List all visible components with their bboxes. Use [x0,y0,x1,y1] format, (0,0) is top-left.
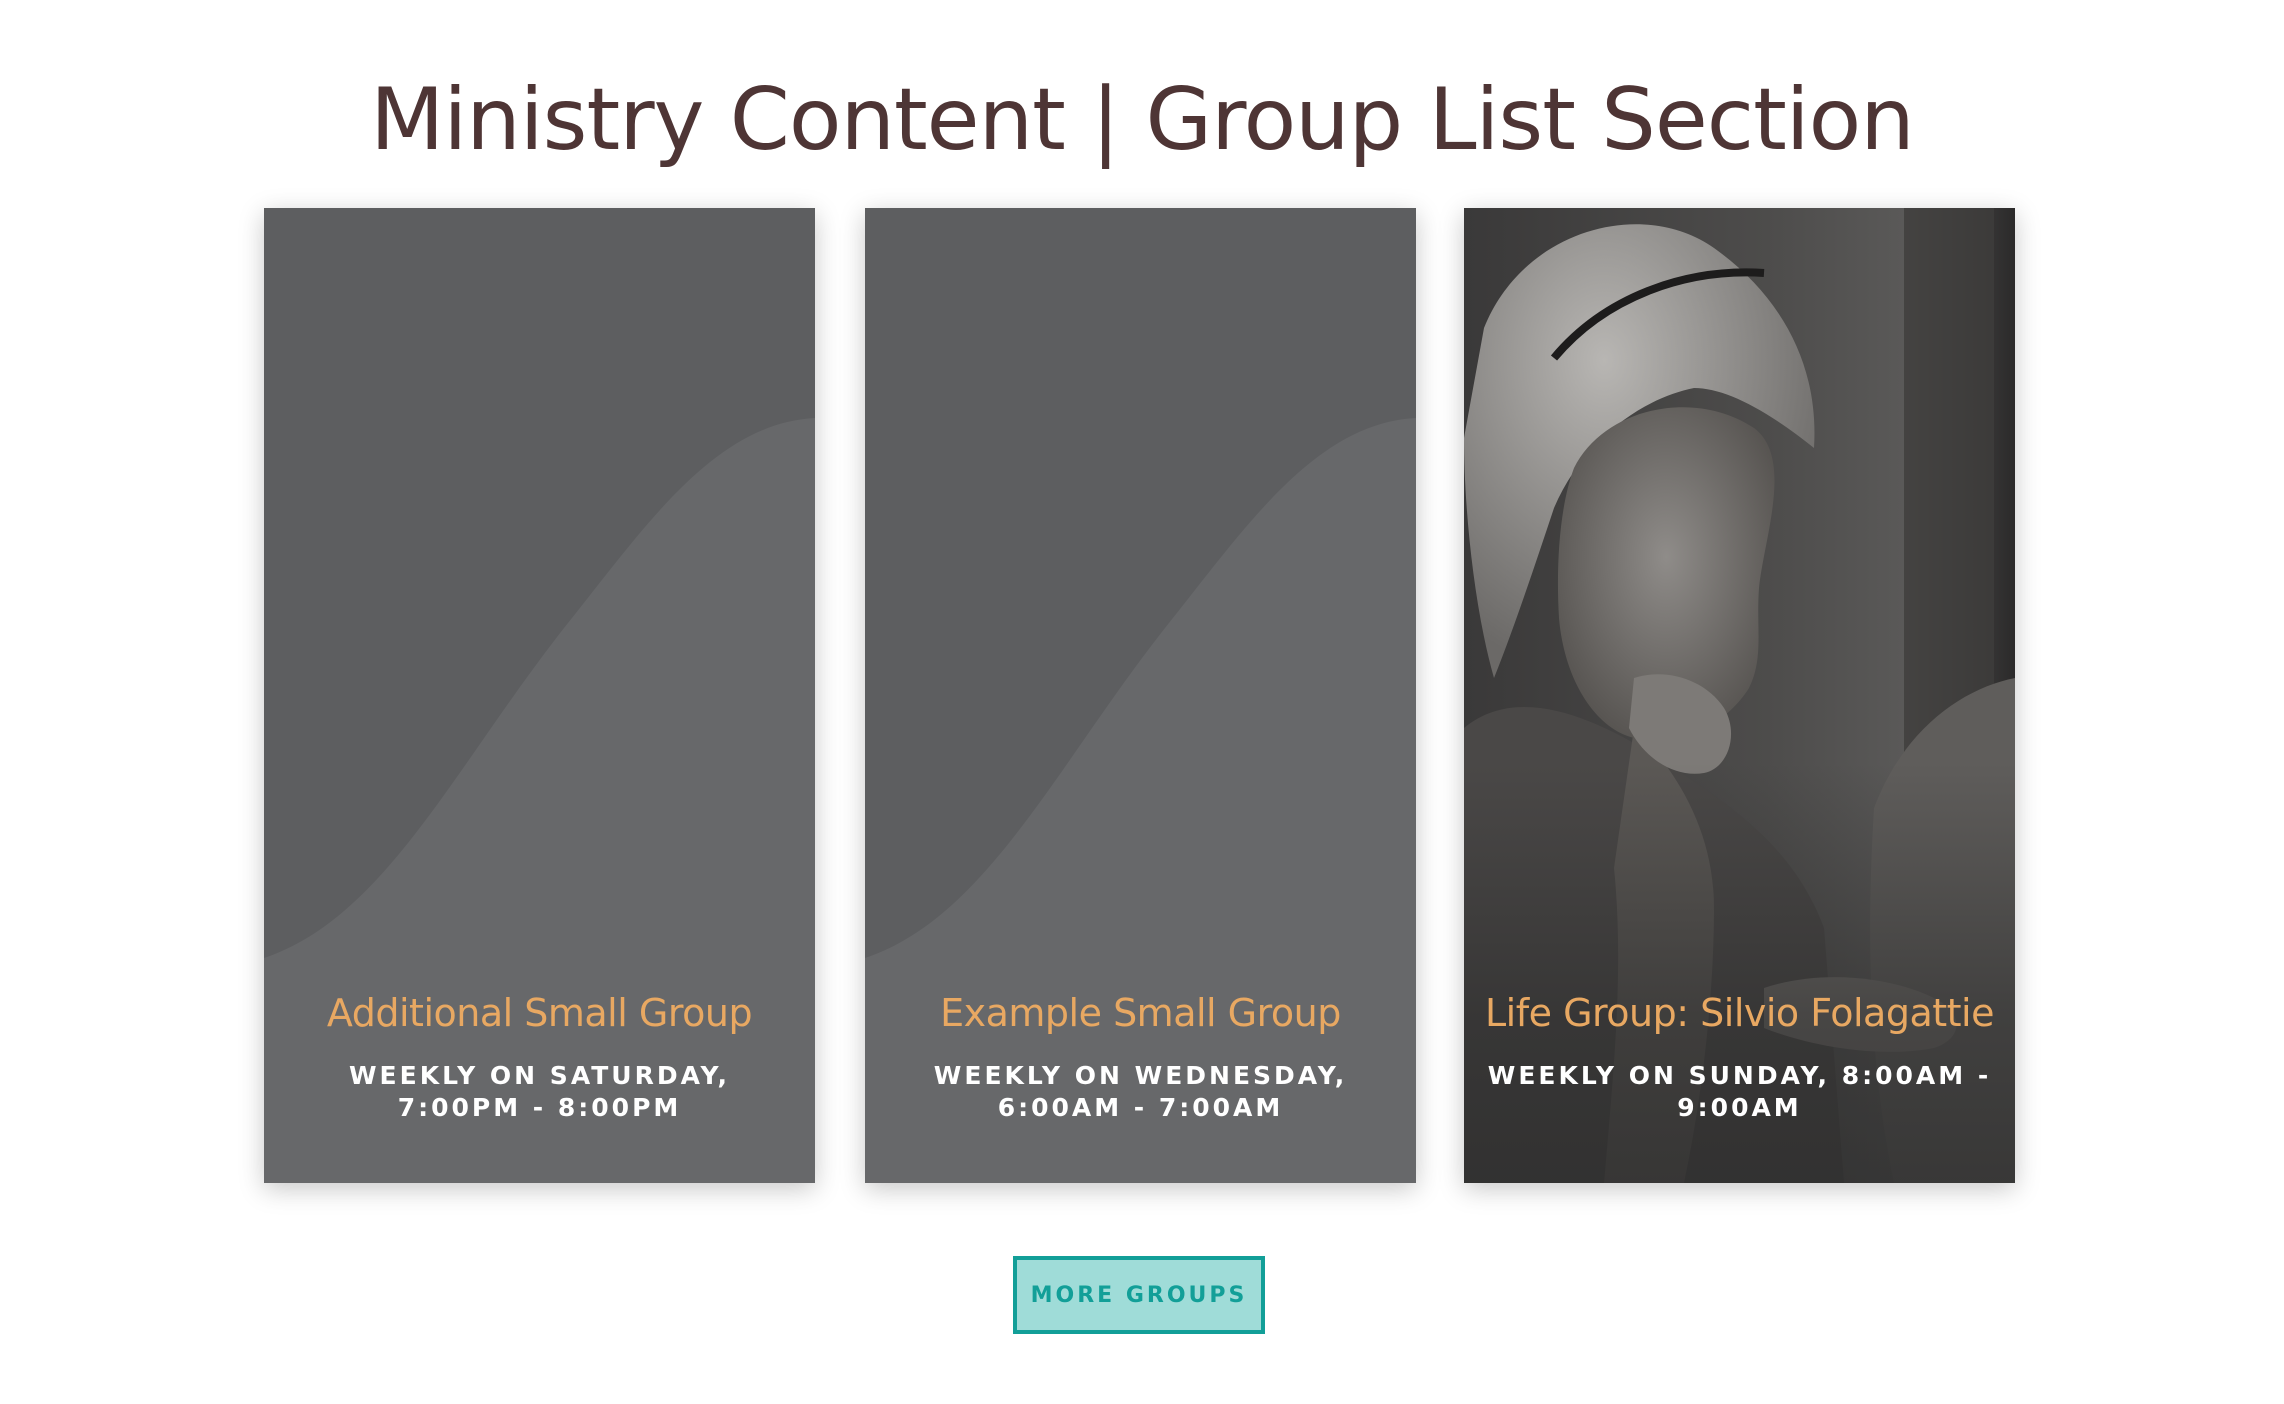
more-groups-button[interactable]: More Groups [1013,1256,1265,1334]
group-schedule: Weekly on Sunday, 8:00am - 9:00am [1487,1061,1992,1122]
group-card-additional-small-group[interactable]: Additional Small Group Weekly on Saturda… [264,208,815,1183]
group-card-example-small-group[interactable]: Example Small Group Weekly on Wednesday,… [865,208,1416,1183]
group-card-info: Additional Small Group Weekly on Saturda… [284,988,795,1124]
group-name[interactable]: Life Group: Silvio Folagattie [1484,988,1995,1038]
group-card-list: Additional Small Group Weekly on Saturda… [264,208,2020,1183]
group-schedule: Weekly on Saturday, 7:00pm - 8:00pm [348,1061,730,1122]
group-card-info: Example Small Group Weekly on Wednesday,… [885,988,1396,1124]
group-name[interactable]: Additional Small Group [284,988,795,1038]
group-card-life-group-silvio-folagattie[interactable]: Life Group: Silvio Folagattie Weekly on … [1464,208,2015,1183]
group-card-info: Life Group: Silvio Folagattie Weekly on … [1484,988,1995,1124]
group-schedule: Weekly on Wednesday, 6:00am - 7:00am [933,1061,1348,1122]
section-title: Ministry Content | Group List Section [370,70,1915,170]
group-name[interactable]: Example Small Group [885,988,1396,1038]
